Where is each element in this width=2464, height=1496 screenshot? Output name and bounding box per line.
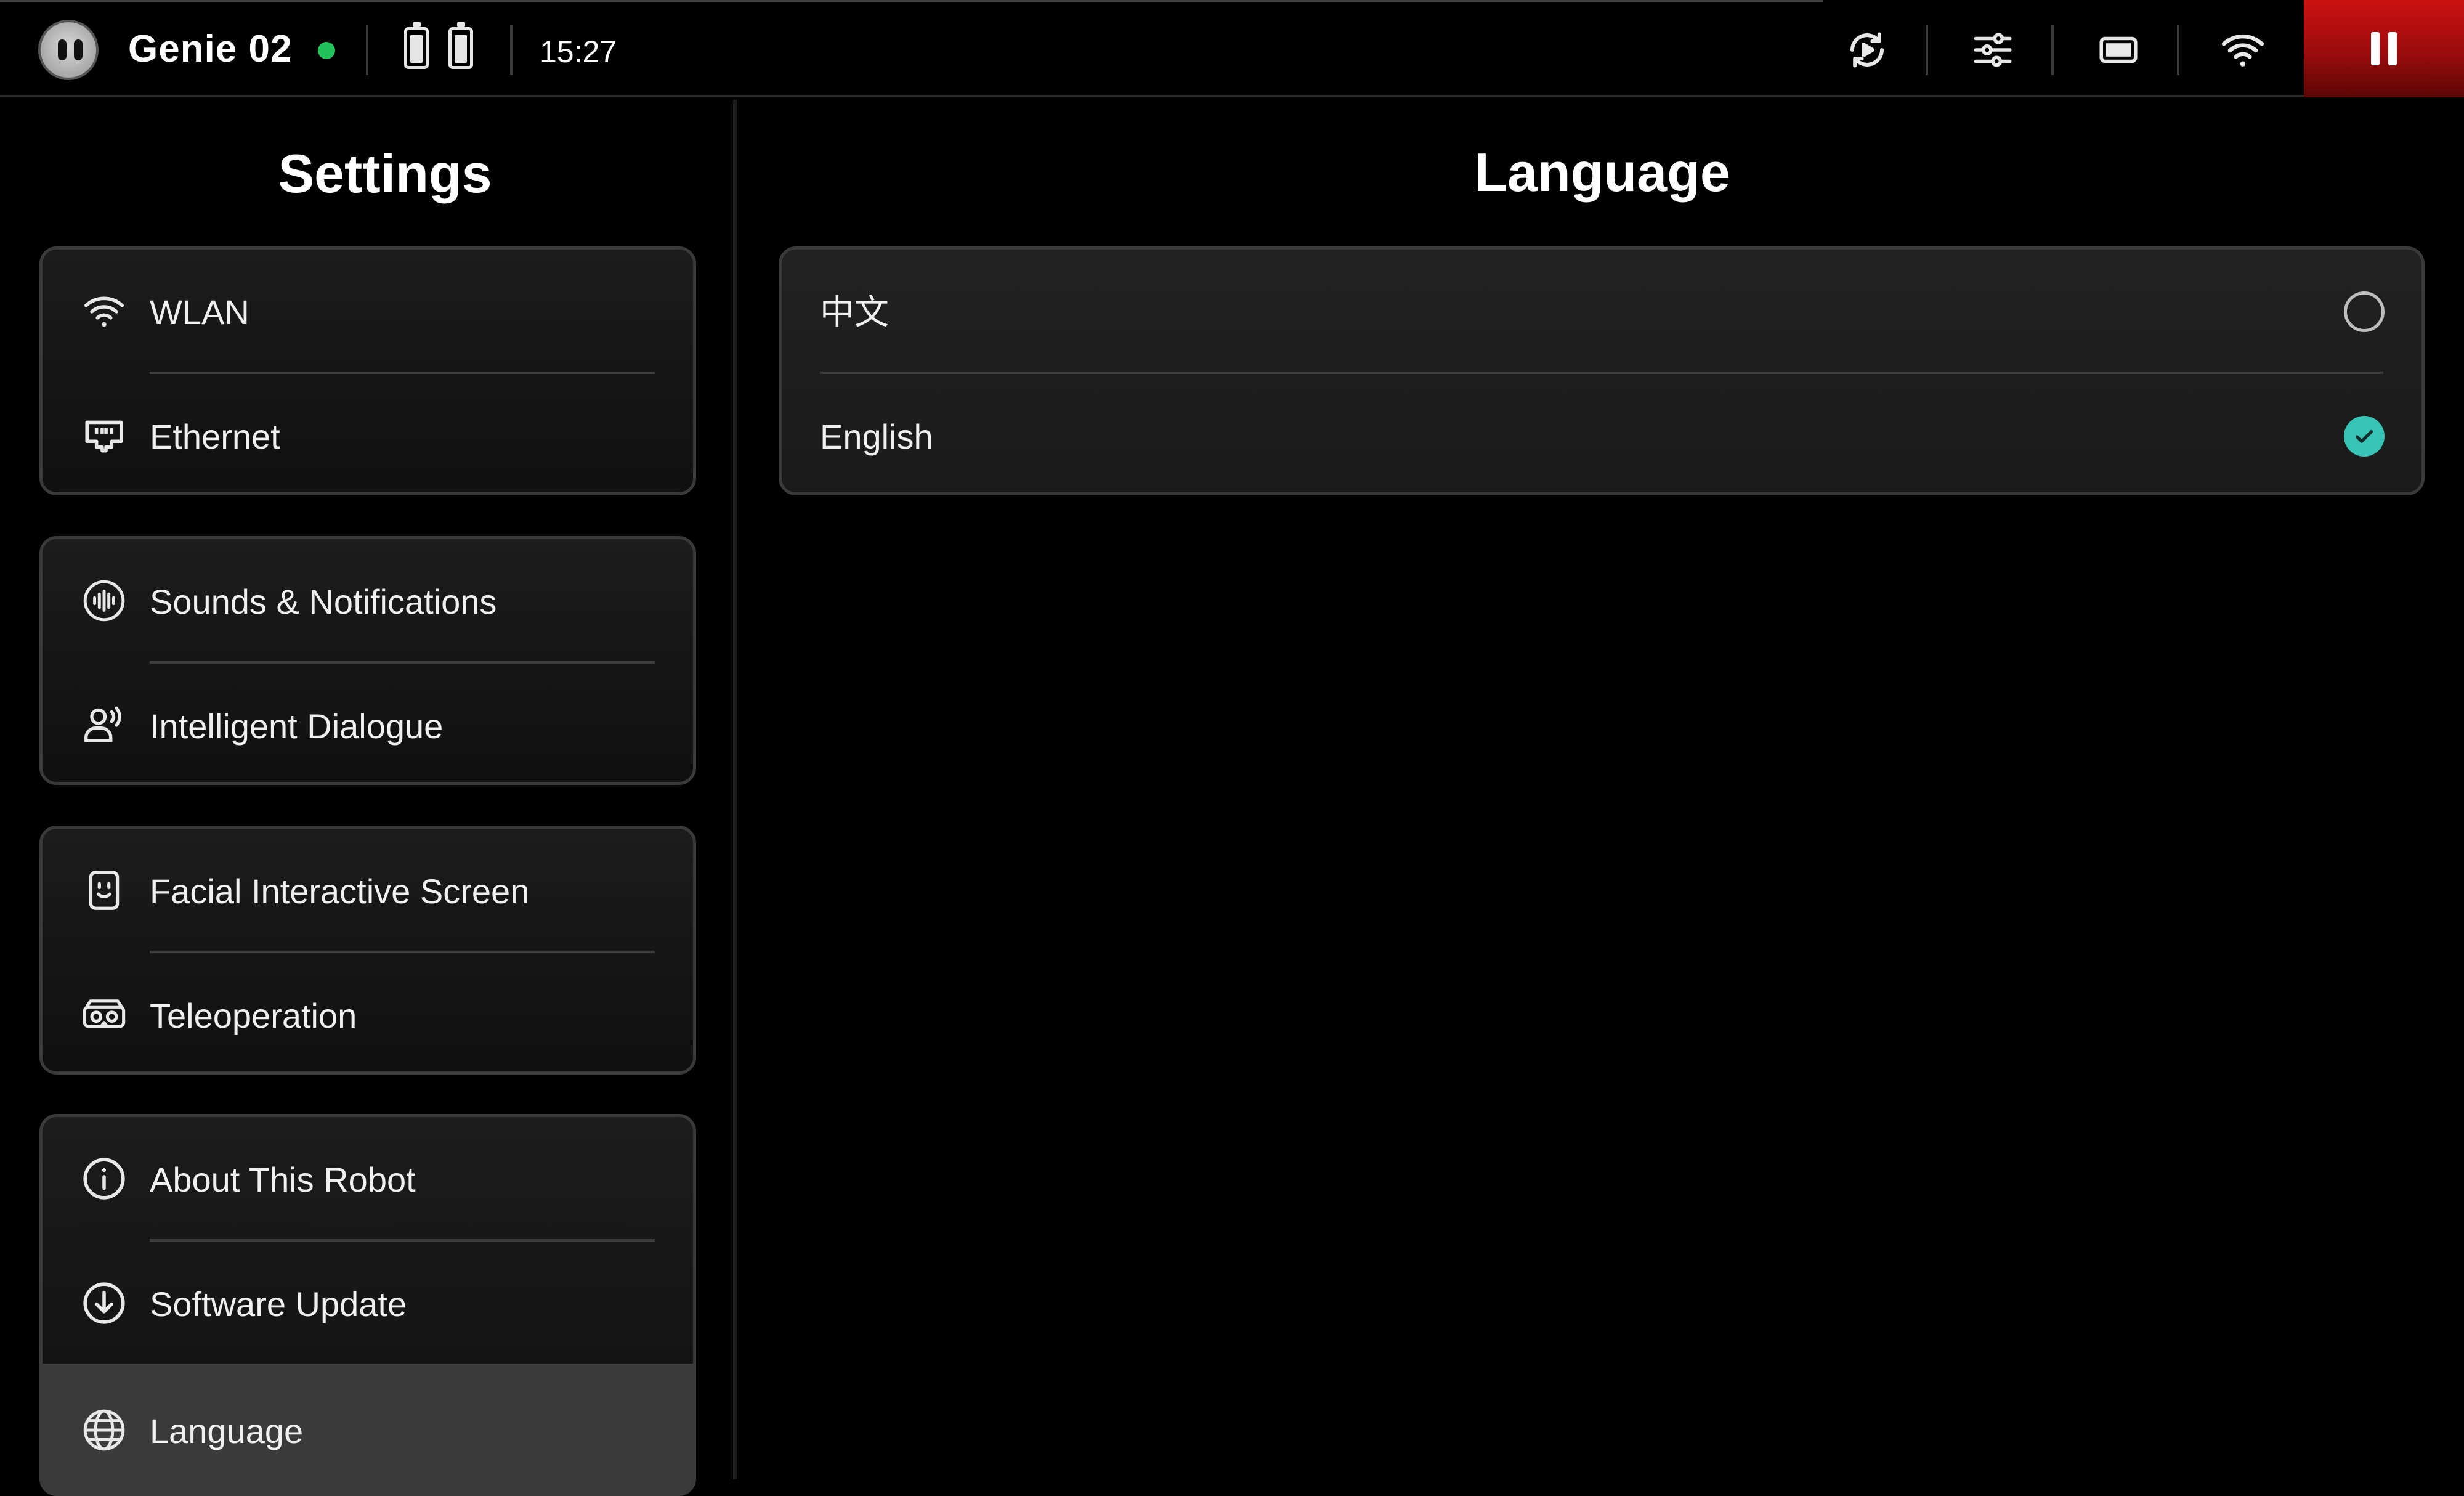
- robot-avatar[interactable]: [38, 20, 99, 80]
- divider: [366, 25, 368, 75]
- robot-name: Genie 02: [128, 28, 293, 70]
- radio-unchecked[interactable]: [2344, 291, 2385, 332]
- wifi-icon: [81, 288, 128, 335]
- sidebar-item-label: Language: [150, 1412, 304, 1450]
- battery-icon: [404, 22, 429, 69]
- settings-group-network: WLAN Ethernet: [39, 246, 696, 495]
- language-option-label: 中文: [820, 293, 889, 331]
- divider: [1926, 25, 1928, 75]
- sidebar-item-language[interactable]: Language: [43, 1364, 693, 1493]
- checkmark-icon: [2355, 430, 2373, 443]
- clock: 15:27: [540, 35, 617, 69]
- language-option-chinese[interactable]: 中文: [782, 250, 2421, 373]
- robot-eye-left: [58, 39, 67, 60]
- sidebar-item-software-update[interactable]: Software Update: [43, 1242, 693, 1365]
- language-panel: Language 中文 English: [740, 100, 2464, 1479]
- sidebar-item-label: Intelligent Dialogue: [150, 707, 444, 746]
- status-bar-top-line: [0, 0, 1823, 2]
- sidebar-item-label: Facial Interactive Screen: [150, 872, 530, 911]
- sidebar-item-label: WLAN: [150, 293, 249, 331]
- radio-checked[interactable]: [2344, 416, 2385, 457]
- settings-group-system: About This Robot Software Update Languag…: [39, 1114, 696, 1496]
- ethernet-icon: [81, 412, 128, 459]
- settings-group-screen: Facial Interactive Screen Teleoperation: [39, 826, 696, 1075]
- face-screen-icon: [81, 867, 128, 914]
- language-option-english[interactable]: English: [782, 374, 2421, 492]
- info-icon: [81, 1155, 128, 1202]
- divider: [2177, 25, 2179, 75]
- sidebar-item-wlan[interactable]: WLAN: [43, 250, 693, 373]
- language-option-label: English: [820, 417, 933, 456]
- display-icon[interactable]: [2091, 22, 2146, 78]
- wifi-icon[interactable]: [2215, 22, 2271, 78]
- vr-headset-icon: [81, 991, 128, 1038]
- language-options-card: 中文 English: [779, 246, 2425, 495]
- sidebar-item-label: Teleoperation: [150, 996, 357, 1035]
- sound-wave-icon: [81, 577, 128, 624]
- sidebar-item-facial-screen[interactable]: Facial Interactive Screen: [43, 829, 693, 952]
- status-bar: Genie 02 15:27: [0, 0, 2464, 97]
- settings-sidebar: Settings WLAN Ethernet Sounds & Notifica…: [0, 100, 737, 1496]
- voice-person-icon: [81, 702, 128, 749]
- divider: [510, 25, 513, 75]
- sidebar-item-label: Software Update: [150, 1285, 407, 1323]
- settings-group-interaction: Sounds & Notifications Intelligent Dialo…: [39, 536, 696, 785]
- sidebar-item-teleoperation[interactable]: Teleoperation: [43, 953, 693, 1071]
- globe-icon: [81, 1407, 128, 1453]
- sidebar-item-about[interactable]: About This Robot: [43, 1117, 693, 1240]
- replay-icon[interactable]: [1839, 22, 1895, 78]
- divider: [2051, 25, 2054, 75]
- sidebar-item-ethernet[interactable]: Ethernet: [43, 374, 693, 492]
- sliders-icon[interactable]: [1965, 22, 2020, 78]
- battery-icon: [448, 22, 473, 69]
- pause-button[interactable]: [2304, 0, 2464, 97]
- sidebar-item-label: About This Robot: [150, 1160, 416, 1199]
- page-title: Language: [1474, 142, 1730, 203]
- sidebar-item-intelligent-dialogue[interactable]: Intelligent Dialogue: [43, 664, 693, 782]
- connection-status-dot: [318, 42, 335, 59]
- sidebar-item-label: Sounds & Notifications: [150, 582, 497, 621]
- pause-icon: [2371, 32, 2380, 65]
- download-icon: [81, 1280, 128, 1327]
- robot-eye-right: [74, 39, 83, 60]
- sidebar-title: Settings: [278, 143, 492, 204]
- sidebar-item-sounds[interactable]: Sounds & Notifications: [43, 539, 693, 662]
- sidebar-item-label: Ethernet: [150, 417, 280, 456]
